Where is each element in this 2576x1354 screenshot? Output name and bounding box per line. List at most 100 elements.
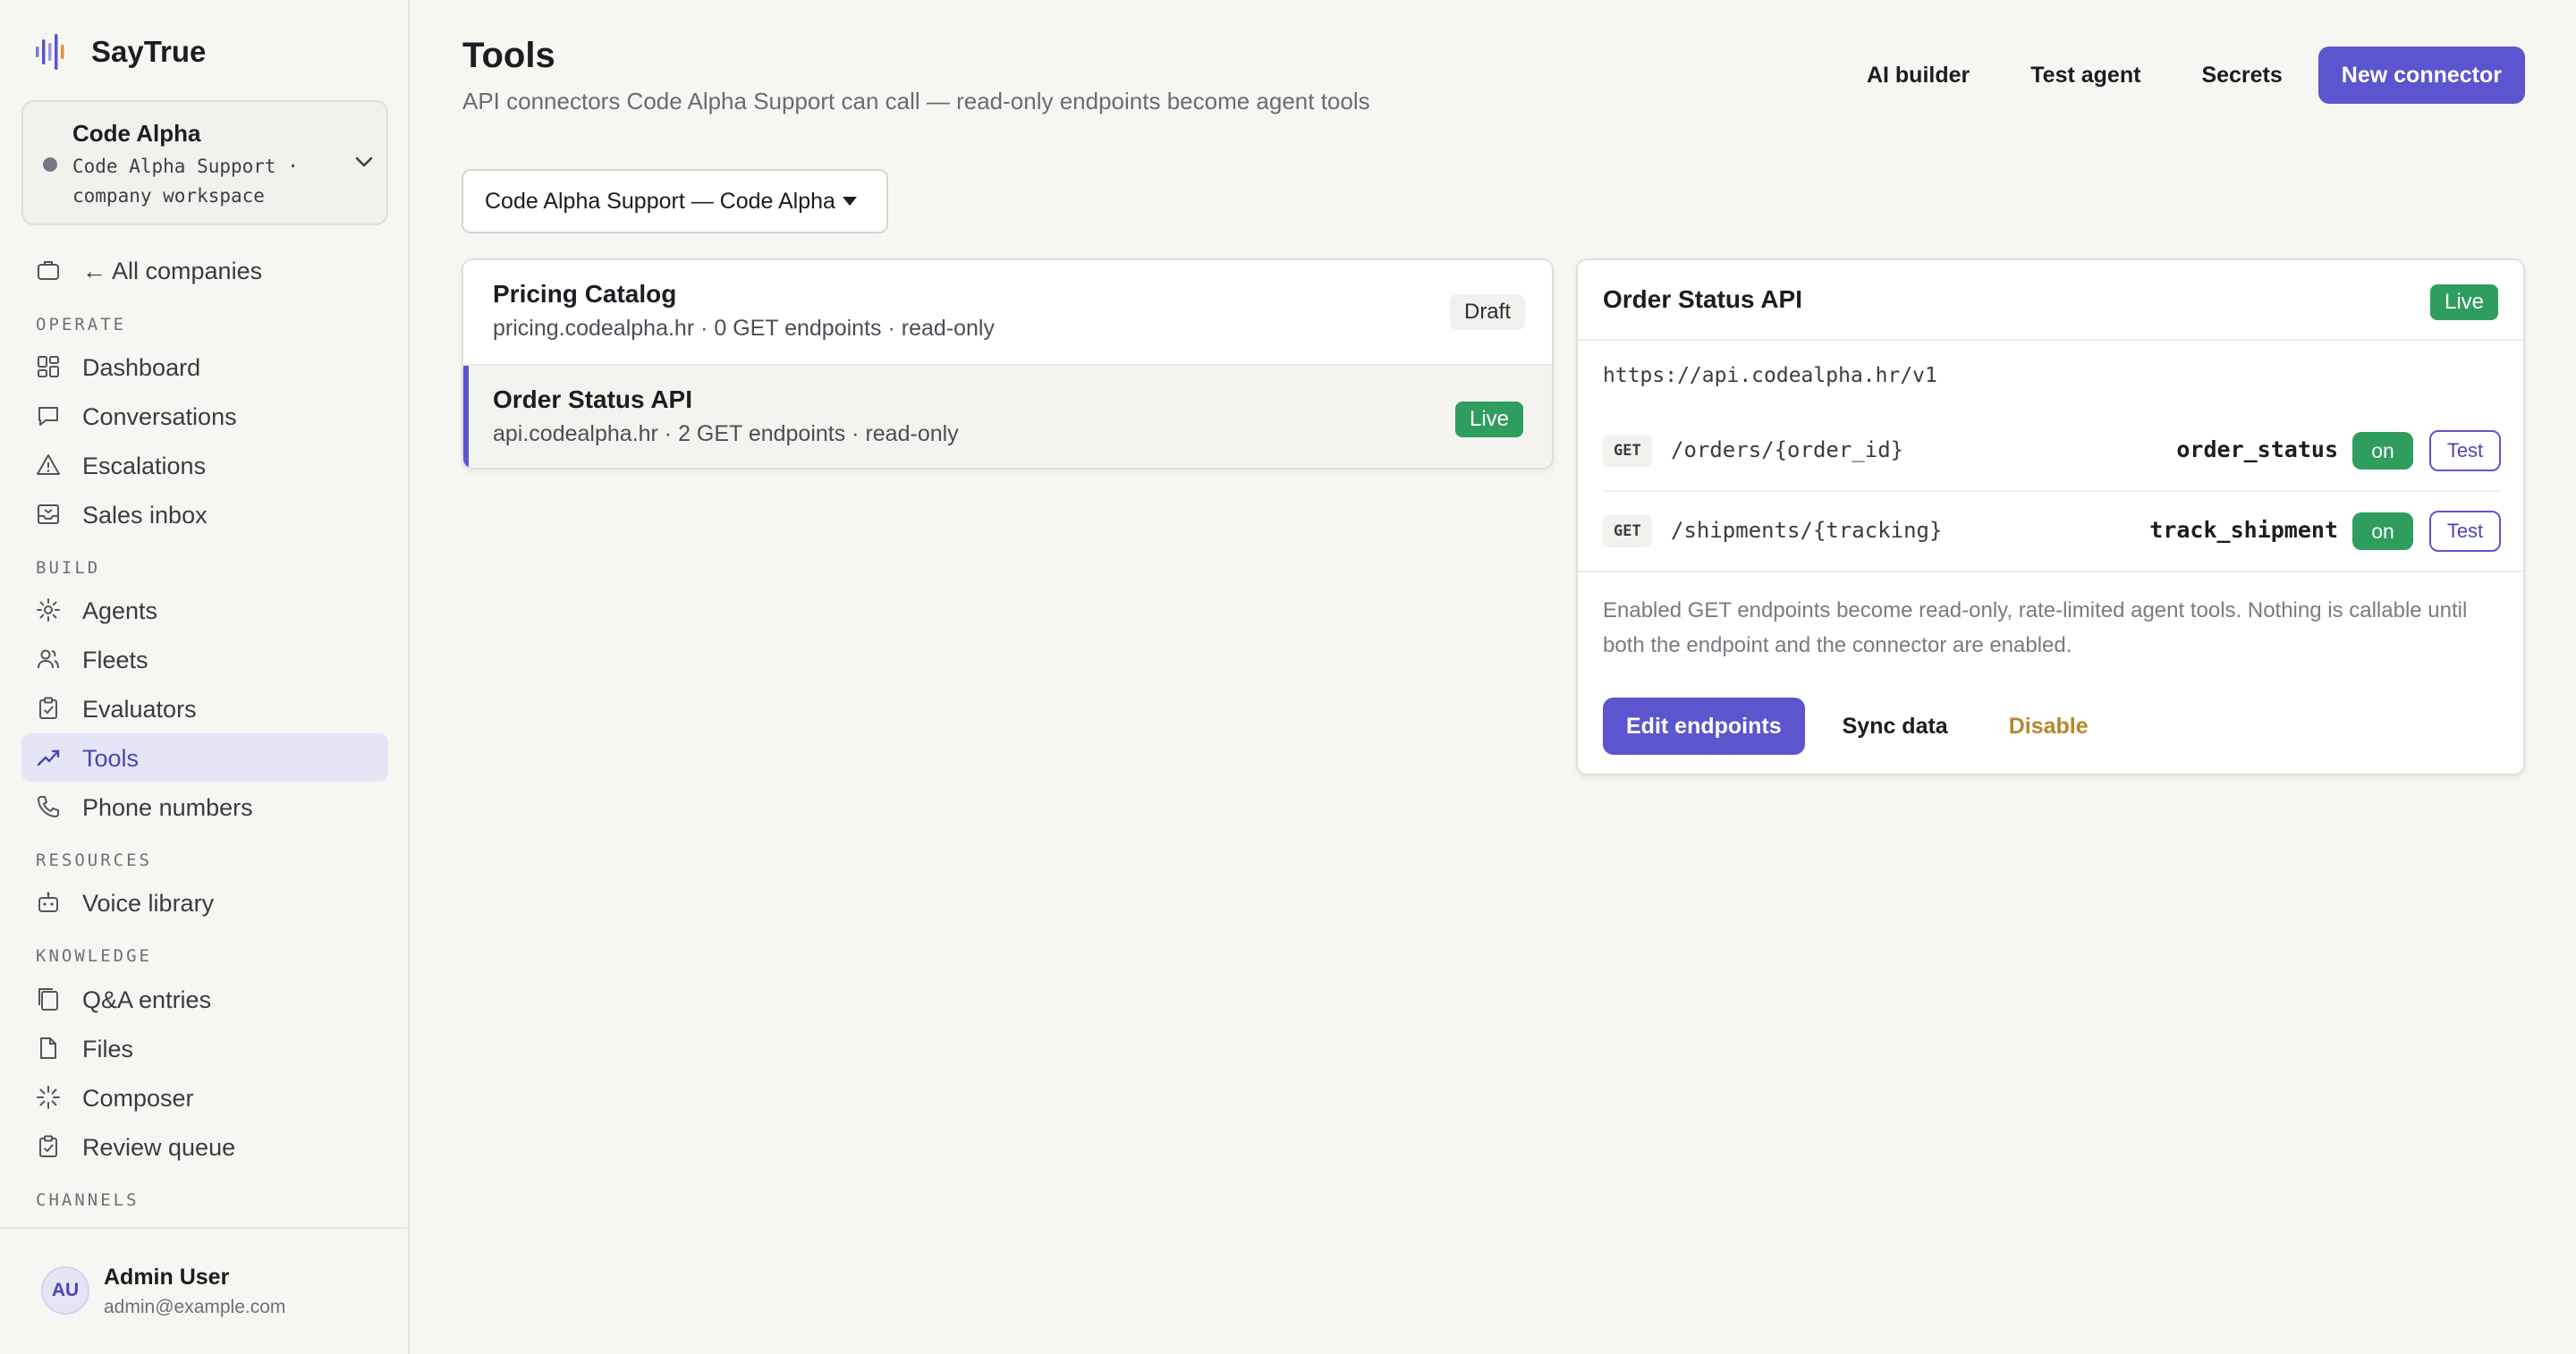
section-channels: CHANNELS [36, 1190, 140, 1210]
test-endpoint-button[interactable]: Test [2429, 511, 2501, 552]
connector-name: Pricing Catalog [493, 280, 677, 308]
page-subtitle: API connectors Code Alpha Support can ca… [462, 88, 1370, 114]
chat-bubble-icon [38, 407, 58, 426]
endpoint-path: /shipments/{tracking} [1671, 518, 1943, 543]
edit-endpoints-button[interactable]: Edit endpoints [1603, 698, 1805, 755]
endpoint-toggle[interactable]: on [2352, 432, 2413, 470]
secrets-button[interactable]: Secrets [2171, 63, 2312, 89]
caret-down-icon [842, 197, 857, 206]
page-title: Tools [462, 36, 555, 75]
endpoint-row: GET /orders/{order_id} order_status on T… [1603, 411, 2501, 492]
header-actions: AI builder Test agent Secrets New connec… [1836, 47, 2525, 104]
bot-icon [38, 892, 58, 912]
sidebar-item-label: Agents [82, 597, 158, 624]
brand[interactable]: SayTrue [34, 30, 206, 73]
sidebar-item-label: Composer [82, 1085, 194, 1112]
sparkle-loader-icon [37, 1086, 60, 1109]
test-agent-button[interactable]: Test agent [2000, 63, 2171, 89]
ai-builder-button[interactable]: AI builder [1836, 63, 2000, 89]
sidebar-item-fleets[interactable]: Fleets [21, 635, 388, 683]
sidebar-item-phone-numbers[interactable]: Phone numbers [21, 783, 388, 831]
sidebar-item-voice-library[interactable]: Voice library [21, 878, 388, 927]
company-name: Code Alpha [72, 120, 201, 147]
sidebar-item-tools[interactable]: Tools [21, 733, 388, 782]
sidebar-item-label: Tools [82, 745, 140, 772]
avatar: AU [41, 1266, 89, 1315]
phone-icon [38, 796, 59, 817]
agent-scope-select[interactable]: Code Alpha Support — Code Alpha [462, 169, 888, 233]
connector-detail-panel: Order Status API Live https://api.codeal… [1576, 258, 2525, 775]
endpoint-toggle[interactable]: on [2352, 512, 2413, 550]
sidebar-item-escalations[interactable]: Escalations [21, 441, 388, 489]
sidebar-item-qa-entries[interactable]: Q&A entries [21, 975, 388, 1023]
tool-name: order_status [2176, 436, 2338, 462]
test-endpoint-button[interactable]: Test [2429, 430, 2501, 471]
logo-icon [36, 34, 64, 70]
tools-icon [37, 749, 60, 766]
connector-meta: pricing.codealpha.hr · 0 GET endpoints ·… [493, 316, 995, 341]
status-badge: Live [2429, 284, 2498, 320]
method-badge: GET [1603, 435, 1652, 467]
disable-button[interactable]: Disable [2009, 714, 2089, 740]
connector-row-selected[interactable]: Order Status API api.codealpha.hr · 2 GE… [463, 364, 1552, 468]
connector-name: Order Status API [493, 385, 693, 413]
briefcase-icon [38, 261, 59, 280]
sidebar-item-composer[interactable]: Composer [21, 1073, 388, 1121]
copy-icon [38, 988, 58, 1011]
section-operate: OPERATE [36, 315, 127, 334]
sidebar-item-label: Voice library [82, 890, 215, 917]
warning-icon [37, 454, 60, 475]
sidebar-item-label: Dashboard [82, 354, 201, 381]
sidebar-item-label: Conversations [82, 403, 237, 430]
connector-list: Pricing Catalog pricing.codealpha.hr · 0… [462, 258, 1554, 470]
status-badge: Live [1454, 402, 1523, 437]
section-knowledge: KNOWLEDGE [36, 946, 152, 966]
company-status-dot [43, 157, 57, 172]
tool-name: track_shipment [2149, 517, 2338, 543]
sidebar-item-dashboard[interactable]: Dashboard [21, 343, 388, 391]
sidebar-item-label: Escalations [82, 453, 207, 479]
brand-name: SayTrue [91, 35, 207, 68]
endpoint-path: /orders/{order_id} [1671, 437, 1904, 462]
dashboard-icon [38, 356, 59, 377]
sidebar-item-evaluators[interactable]: Evaluators [21, 684, 388, 732]
user-name: Admin User [104, 1265, 230, 1290]
sync-data-button[interactable]: Sync data [1843, 714, 1948, 740]
sidebar-item-files[interactable]: Files [21, 1024, 388, 1072]
clipboard-check-icon [39, 697, 57, 719]
gear-icon [37, 598, 60, 622]
detail-header: Order Status API Live [1578, 260, 2523, 341]
sidebar-item-sales-inbox[interactable]: Sales inbox [21, 490, 388, 538]
connector-row[interactable]: Pricing Catalog pricing.codealpha.hr · 0… [463, 260, 1552, 364]
users-icon [38, 649, 59, 669]
endpoint-row: GET /shipments/{tracking} track_shipment… [1603, 492, 2501, 572]
sidebar-item-label: ← All companies [82, 258, 263, 284]
sidebar-item-label: Evaluators [82, 696, 197, 723]
clipboard-check-icon [39, 1135, 57, 1157]
sidebar-item-label: Phone numbers [82, 794, 253, 821]
new-connector-button[interactable]: New connector [2318, 47, 2525, 104]
detail-note: Enabled GET endpoints become read-only, … [1603, 598, 2468, 657]
detail-actions: Edit endpoints Sync data Disable [1603, 698, 2089, 755]
sidebar-item-label: Review queue [82, 1134, 236, 1161]
user-email: admin@example.com [104, 1297, 286, 1317]
company-switcher[interactable]: Code Alpha Code Alpha Support · company … [21, 100, 388, 225]
inbox-icon [38, 504, 59, 524]
sidebar: SayTrue Code Alpha Code Alpha Support · … [0, 0, 410, 1354]
sidebar-item-label: Files [82, 1036, 134, 1062]
chevron-down-icon [355, 157, 373, 167]
sidebar-item-conversations[interactable]: Conversations [21, 392, 388, 440]
method-badge: GET [1603, 515, 1652, 547]
sidebar-item-label: Sales inbox [82, 502, 208, 529]
agent-scope-value: Code Alpha Support — Code Alpha [485, 188, 835, 214]
detail-title: Order Status API [1603, 285, 1803, 313]
user-profile[interactable]: AU Admin User admin@example.com [0, 1227, 408, 1354]
sidebar-item-agents[interactable]: Agents [21, 586, 388, 634]
section-resources: RESOURCES [36, 850, 152, 870]
connector-meta: api.codealpha.hr · 2 GET endpoints · rea… [493, 421, 959, 446]
file-icon [40, 1037, 56, 1059]
sidebar-item-all-companies[interactable]: ← All companies [21, 246, 388, 294]
section-build: BUILD [36, 558, 101, 578]
sidebar-item-review-queue[interactable]: Review queue [21, 1122, 388, 1171]
status-badge: Draft [1449, 294, 1525, 330]
